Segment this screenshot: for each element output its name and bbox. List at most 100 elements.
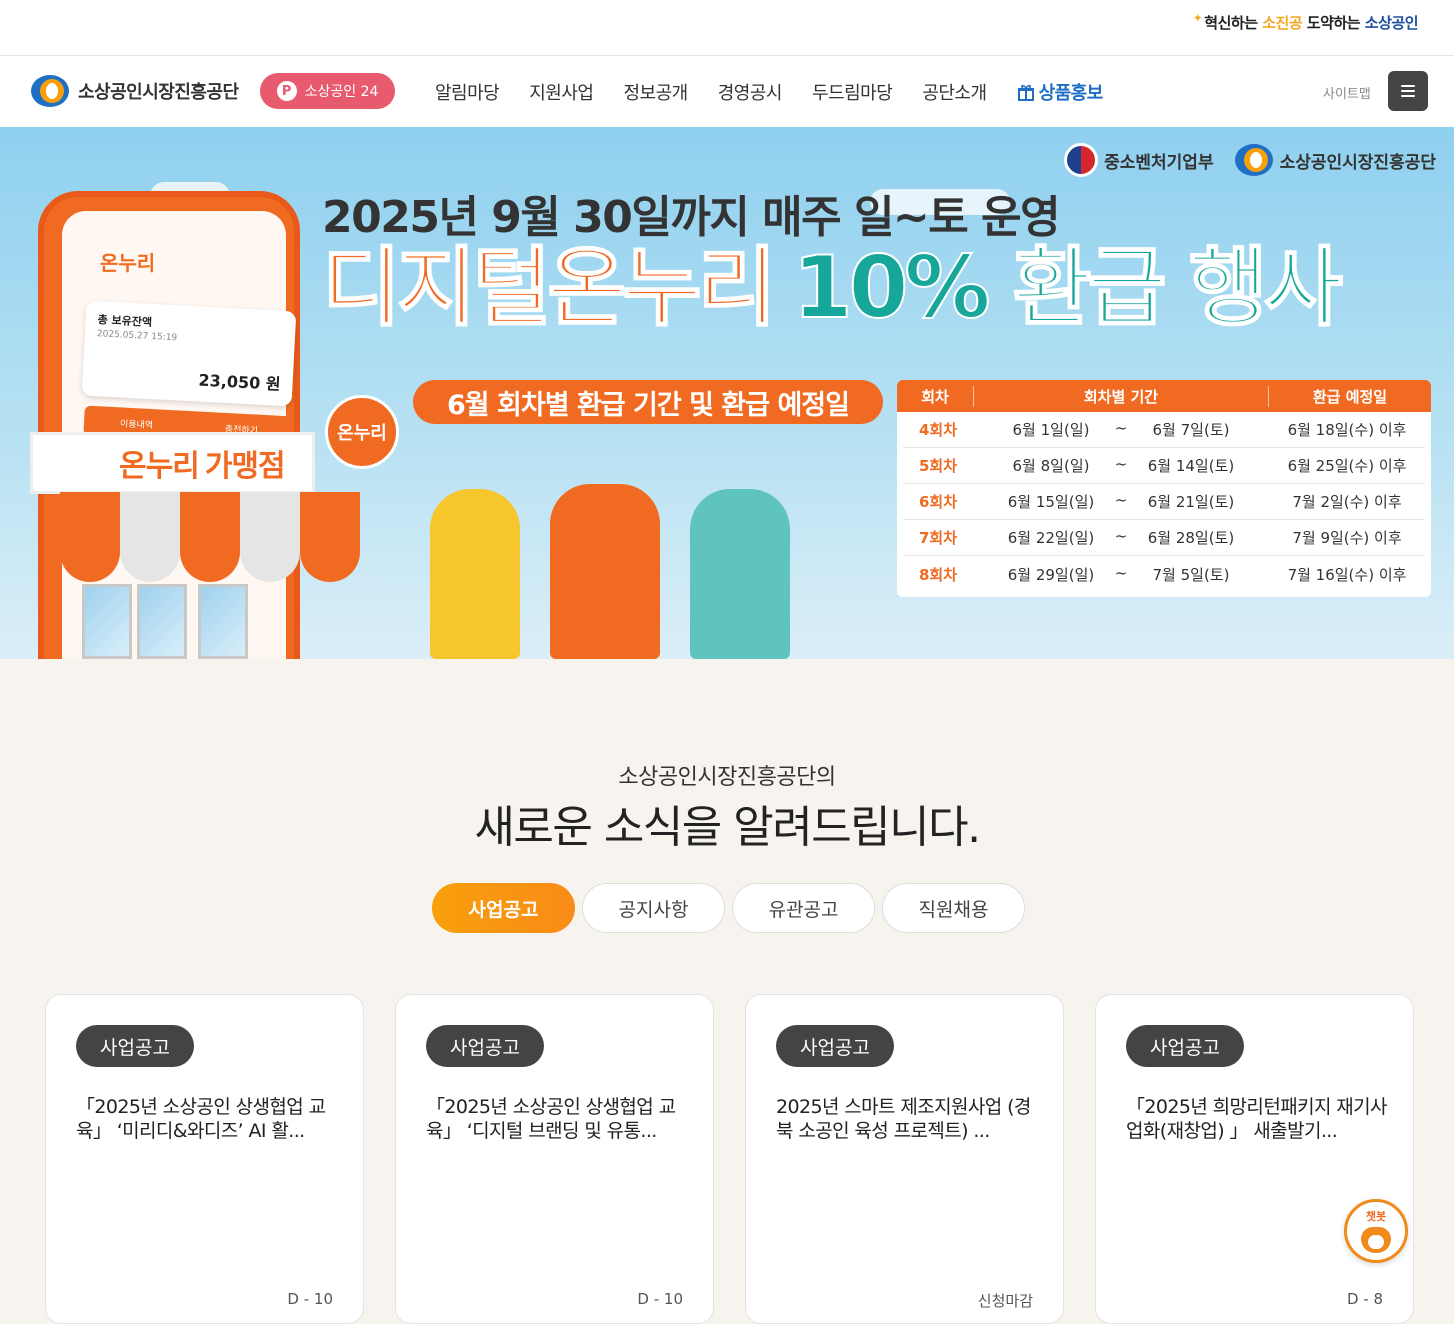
menu-item-dodream[interactable]: 두드림마당	[797, 79, 907, 105]
tab-announcements[interactable]: 공지사항	[582, 883, 725, 933]
slogan-part2: 소진공	[1262, 14, 1303, 32]
card-title[interactable]: 「2025년 소상공인 상생협업 교육」 ‘미리디&와디즈’ AI 활...	[76, 1095, 338, 1143]
schedule-header: 회차 회차별 기간 환급 예정일	[897, 380, 1431, 412]
period-sep: ~	[1114, 563, 1128, 582]
figure-person	[430, 489, 520, 659]
p-icon: P	[276, 81, 297, 101]
site-logo[interactable]: 소상공인시장진흥공단	[30, 74, 239, 108]
schedule-round: 4회차	[918, 421, 958, 439]
period-to: 6월 21일(토)	[1147, 493, 1235, 511]
card-title[interactable]: 「2025년 희망리턴패키지 재기사업화(재창업) 」 새출발기...	[1126, 1095, 1388, 1143]
balance-label: 총 보유잔액	[97, 313, 153, 330]
banner-headline-part2: 10% 환급 행사	[792, 238, 1344, 338]
news-card[interactable]: 사업공고 「2025년 소상공인 상생협업 교육」 ‘미리디&와디즈’ AI 활…	[45, 994, 364, 1324]
shop-window	[82, 584, 132, 659]
tab-recruitment[interactable]: 직원채용	[882, 883, 1025, 933]
balance-amount: 23,050 원	[198, 370, 282, 394]
chatbot-button[interactable]: 챗봇	[1344, 1199, 1408, 1263]
schedule-period: 6월 22일(일) ~6월 28일(토)	[973, 527, 1269, 548]
menu-item-promo[interactable]: 상품홍보	[1002, 79, 1118, 105]
schedule-period: 6월 15일(일) ~6월 21일(토)	[973, 491, 1269, 512]
news-subtitle: 소상공인시장진흥공단의	[618, 765, 836, 790]
period-to: 6월 28일(토)	[1147, 529, 1235, 547]
schedule-period: 6월 1일(일) ~6월 7일(토)	[973, 419, 1269, 440]
period-from: 6월 1일(일)	[1012, 421, 1090, 439]
banner-subheading: 2025년 9월 30일까지 매주 일~토 운영	[322, 192, 1061, 243]
period-sep: ~	[1114, 527, 1128, 545]
period-from: 6월 29일(일)	[1007, 565, 1095, 584]
tab-related-notice[interactable]: 유관공고	[732, 883, 875, 933]
phone-tab-history: 이용내역	[119, 418, 154, 431]
hero-banner[interactable]: 중소벤처기업부 소상공인시장진흥공단 2025년 9월 30일까지 매주 일~토…	[0, 127, 1454, 659]
schedule-refund: 7월 16일(수) 이후	[1287, 565, 1407, 584]
menu-item-about[interactable]: 공단소개	[907, 79, 1001, 105]
news-title: 새로운 소식을 알려드립니다.	[474, 802, 981, 853]
chatbot-mascot-icon	[1361, 1227, 1391, 1253]
menu-item-support[interactable]: 지원사업	[514, 79, 608, 105]
shop-sign: 온누리 가맹점	[30, 432, 315, 494]
menu-item-management[interactable]: 경영공시	[703, 79, 797, 105]
schedule-header-refund: 환급 예정일	[1312, 387, 1388, 406]
agency-logo-icon	[1234, 144, 1273, 176]
slogan-part1: 혁신하는	[1204, 14, 1263, 32]
sponsor-agency-label: 소상공인시장진흥공단	[1279, 152, 1436, 173]
sponsor-ministry-label: 중소벤처기업부	[1104, 152, 1214, 173]
schedule-row: 8회차 6월 29일(일) ~7월 5일(토) 7월 16일(수) 이후	[903, 556, 1425, 592]
sosanggongin24-button[interactable]: P 소상공인 24	[260, 73, 395, 109]
card-badge: 사업공고	[426, 1025, 544, 1067]
hamburger-icon[interactable]	[1388, 71, 1428, 111]
news-tabs: 사업공고 공지사항 유관공고 직원채용	[432, 883, 1025, 933]
menu-item-notice[interactable]: 알림마당	[420, 79, 514, 105]
tab-business-notice[interactable]: 사업공고	[432, 883, 575, 933]
sitemap-link[interactable]: 사이트맵	[1323, 83, 1371, 102]
taeguk-icon	[1064, 143, 1099, 177]
sponsor-agency: 소상공인시장진흥공단	[1234, 143, 1436, 177]
card-title[interactable]: 2025년 스마트 제조지원사업 (경북 소공인 육성 프로젝트) ...	[776, 1095, 1038, 1143]
shop-window	[137, 584, 187, 659]
card-badge: 사업공고	[776, 1025, 894, 1067]
schedule-row: 5회차 6월 8일(일) ~6월 14일(토) 6월 25일(수) 이후	[903, 448, 1425, 484]
news-card[interactable]: 사업공고 2025년 스마트 제조지원사업 (경북 소공인 육성 프로젝트) .…	[745, 994, 1064, 1324]
banner-headline-part1: 디지털온누리	[321, 238, 778, 338]
sparkle-icon: ✦	[1192, 11, 1203, 25]
period-pill: 6월 회차별 환급 기간 및 환급 예정일	[413, 380, 883, 424]
figure-person	[690, 489, 790, 659]
period-to: 6월 7일(토)	[1152, 421, 1230, 439]
card-deadline: D - 10	[287, 1290, 333, 1308]
sponsor-logos: 중소벤처기업부 소상공인시장진흥공단	[1064, 143, 1436, 177]
schedule-row: 4회차 6월 1일(일) ~6월 7일(토) 6월 18일(수) 이후	[903, 412, 1425, 448]
schedule-round: 6회차	[918, 493, 958, 511]
balance-card: 총 보유잔액 2025.05.27 15:19 23,050 원	[81, 300, 297, 407]
slogan-part3: 도약하는	[1302, 14, 1365, 32]
logo-text: 소상공인시장진흥공단	[78, 82, 239, 103]
shop-door	[198, 584, 248, 659]
sosanggongin24-label: 소상공인 24	[304, 84, 379, 100]
period-from: 6월 22일(일)	[1007, 529, 1095, 547]
chatbot-label: 챗봇	[1365, 1210, 1387, 1223]
schedule-round: 8회차	[918, 565, 958, 584]
news-card[interactable]: 사업공고 「2025년 소상공인 상생협업 교육」 ‘디지털 브랜딩 및 유통.…	[395, 994, 714, 1324]
balance-date: 2025.05.27 15:19	[96, 329, 178, 344]
banner-headline: 디지털온누리 10% 환급 행사	[321, 244, 1344, 332]
card-deadline: 신청마감	[977, 1292, 1033, 1310]
news-cards: 사업공고 「2025년 소상공인 상생협업 교육」 ‘미리디&와디즈’ AI 활…	[45, 994, 1414, 1324]
schedule-row: 7회차 6월 22일(일) ~6월 28일(토) 7월 9일(수) 이후	[903, 520, 1425, 556]
news-card[interactable]: 사업공고 「2025년 희망리턴패키지 재기사업화(재창업) 」 새출발기...…	[1095, 994, 1414, 1324]
global-nav: 소상공인시장진흥공단 P 소상공인 24 알림마당 지원사업 정보공개 경영공시…	[0, 56, 1454, 127]
schedule-refund: 7월 9일(수) 이후	[1292, 529, 1402, 547]
shop-sign-label: 가맹점	[204, 449, 286, 484]
menu-item-disclosure[interactable]: 정보공개	[609, 79, 703, 105]
schedule-round: 5회차	[918, 457, 958, 475]
schedule-table: 회차 회차별 기간 환급 예정일 4회차 6월 1일(일) ~6월 7일(토) 6…	[897, 380, 1431, 597]
top-bar: ✦ 혁신하는 소진공 도약하는 소상공인	[0, 0, 1454, 56]
gift-icon	[1017, 84, 1034, 101]
card-badge: 사업공고	[76, 1025, 194, 1067]
card-deadline: D - 10	[637, 1290, 683, 1308]
sponsor-ministry: 중소벤처기업부	[1064, 143, 1214, 177]
schedule-period: 6월 29일(일) ~7월 5일(토)	[973, 564, 1269, 585]
schedule-refund: 6월 25일(수) 이후	[1287, 457, 1407, 475]
figure-person	[550, 484, 660, 659]
period-from: 6월 8일(일)	[1012, 457, 1090, 475]
card-title[interactable]: 「2025년 소상공인 상생협업 교육」 ‘디지털 브랜딩 및 유통...	[426, 1095, 688, 1143]
phone-app-logo: 온누리	[100, 251, 156, 275]
